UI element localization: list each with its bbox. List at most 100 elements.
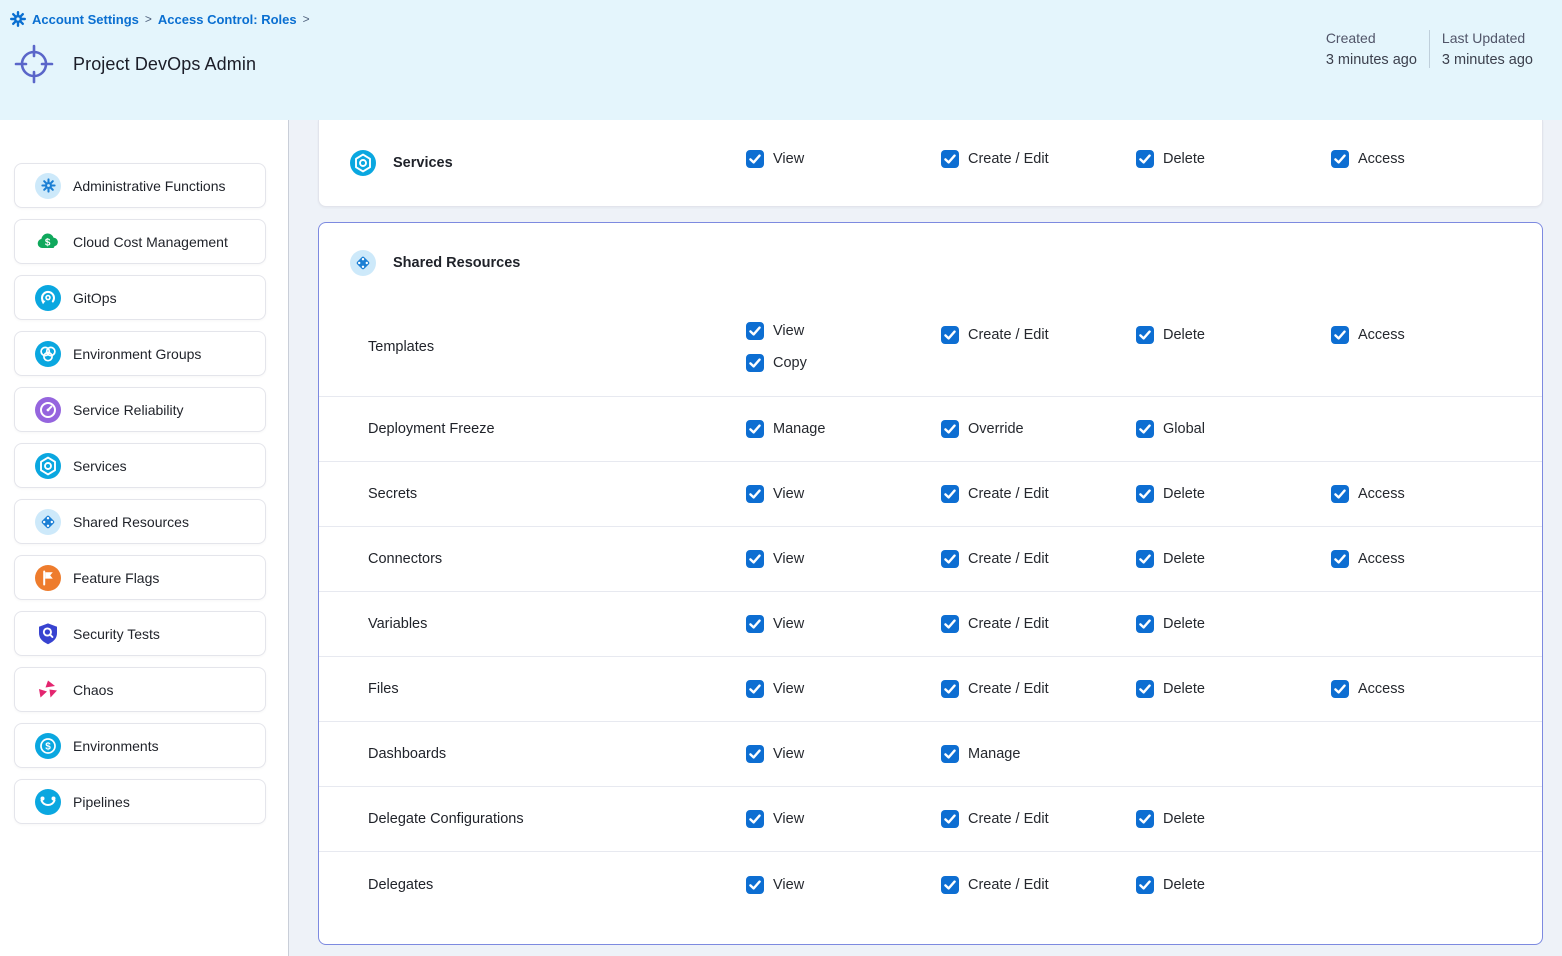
permission-label: Create / Edit — [968, 486, 1049, 502]
checkbox-checked[interactable] — [746, 485, 764, 503]
checkbox-checked[interactable] — [1331, 326, 1349, 344]
checkbox-checked[interactable] — [746, 615, 764, 633]
permission-access: Access — [1331, 150, 1542, 168]
checkbox-checked[interactable] — [1136, 680, 1154, 698]
permission-cell: Delete — [1136, 485, 1331, 503]
permission-cell: Access — [1331, 680, 1542, 698]
checkbox-checked[interactable] — [1331, 680, 1349, 698]
role-meta: Created 3 minutes ago Last Updated 3 min… — [1314, 30, 1545, 68]
sidebar-item-shared-resources[interactable]: Shared Resources — [14, 499, 266, 544]
checkbox-checked[interactable] — [941, 150, 959, 168]
permission-cell: View — [746, 680, 941, 698]
checkbox-checked[interactable] — [1331, 150, 1349, 168]
permission-view: View — [746, 876, 941, 894]
checkbox-checked[interactable] — [1136, 615, 1154, 633]
checkbox-checked[interactable] — [1331, 550, 1349, 568]
checkbox-checked[interactable] — [746, 150, 764, 168]
checkbox-checked[interactable] — [1136, 550, 1154, 568]
resource-label: Variables — [319, 616, 746, 632]
checkbox-checked[interactable] — [1136, 150, 1154, 168]
permission-create-edit: Create / Edit — [941, 550, 1136, 568]
target-crosshair-icon — [14, 44, 54, 84]
sidebar-item-label: GitOps — [73, 290, 117, 306]
permission-delete: Delete — [1136, 150, 1331, 168]
checkbox-checked[interactable] — [1136, 810, 1154, 828]
sidebar-item-environment-groups[interactable]: Environment Groups — [14, 331, 266, 376]
checkbox-checked[interactable] — [941, 876, 959, 894]
permission-manage: Manage — [941, 745, 1136, 763]
environment-groups-icon — [35, 341, 61, 367]
checkbox-checked[interactable] — [1136, 876, 1154, 894]
sidebar-item-services[interactable]: Services — [14, 443, 266, 488]
permission-delete: Delete — [1136, 680, 1331, 698]
checkbox-checked[interactable] — [746, 680, 764, 698]
permission-cell: View — [746, 485, 941, 503]
checkbox-checked[interactable] — [1331, 485, 1349, 503]
checkbox-checked[interactable] — [746, 420, 764, 438]
settings-gear-icon — [10, 11, 26, 27]
permission-label: Create / Edit — [968, 681, 1049, 697]
meta-last-updated: Last Updated 3 minutes ago — [1429, 30, 1545, 68]
checkbox-checked[interactable] — [1136, 326, 1154, 344]
sidebar-item-label: Cloud Cost Management — [73, 234, 228, 250]
permission-cell: Manage — [746, 420, 941, 438]
resource-label: Deployment Freeze — [319, 421, 746, 437]
permission-label: Access — [1358, 327, 1405, 343]
resource-label: Connectors — [319, 551, 746, 567]
checkbox-checked[interactable] — [746, 876, 764, 894]
checkbox-checked[interactable] — [941, 326, 959, 344]
sidebar-item-label: Feature Flags — [73, 570, 159, 586]
cloud-cost-management-icon: $ — [35, 229, 61, 255]
permission-cell: Create / Edit — [941, 680, 1136, 698]
permission-label: Access — [1358, 681, 1405, 697]
permission-delete: Delete — [1136, 485, 1331, 503]
permission-view: View — [746, 680, 941, 698]
checkbox-checked[interactable] — [1136, 485, 1154, 503]
permission-delete: Delete — [1136, 876, 1331, 894]
shared-resources-icon — [350, 250, 376, 276]
checkbox-checked[interactable] — [941, 485, 959, 503]
sidebar-item-cloud-cost-management[interactable]: $ Cloud Cost Management — [14, 219, 266, 264]
checkbox-checked[interactable] — [941, 810, 959, 828]
permission-create-edit: Create / Edit — [941, 810, 1136, 828]
permission-cell: Access — [1331, 150, 1542, 176]
permission-label: View — [773, 746, 804, 762]
permission-label: Create / Edit — [968, 877, 1049, 893]
permission-delete: Delete — [1136, 550, 1331, 568]
sidebar-item-feature-flags[interactable]: Feature Flags — [14, 555, 266, 600]
sidebar-item-environments[interactable]: $Environments — [14, 723, 266, 768]
checkbox-checked[interactable] — [746, 745, 764, 763]
permission-row-dashboards: DashboardsViewManage — [319, 722, 1542, 787]
permission-label: Create / Edit — [968, 616, 1049, 632]
sidebar-item-security-tests[interactable]: Security Tests — [14, 611, 266, 656]
services-icon — [350, 150, 376, 176]
sidebar-item-label: Environments — [73, 738, 159, 754]
breadcrumb-link-account-settings[interactable]: Account Settings — [32, 12, 139, 27]
permission-access: Access — [1331, 550, 1542, 568]
breadcrumb-link-access-control-roles[interactable]: Access Control: Roles — [158, 12, 297, 27]
checkbox-checked[interactable] — [1136, 420, 1154, 438]
permission-create-edit: Create / Edit — [941, 150, 1136, 168]
checkbox-checked[interactable] — [941, 615, 959, 633]
sidebar-item-label: Shared Resources — [73, 514, 189, 530]
sidebar-item-gitops[interactable]: GitOps — [14, 275, 266, 320]
permission-label: Delete — [1163, 151, 1205, 167]
sidebar-item-service-reliability[interactable]: Service Reliability — [14, 387, 266, 432]
permission-global: Global — [1136, 420, 1331, 438]
checkbox-checked[interactable] — [941, 420, 959, 438]
sidebar-item-administrative-functions[interactable]: Administrative Functions — [14, 163, 266, 208]
permission-row-files: FilesViewCreate / EditDeleteAccess — [319, 657, 1542, 722]
permission-copy: Copy — [746, 354, 941, 372]
checkbox-checked[interactable] — [746, 810, 764, 828]
permission-label: Delete — [1163, 681, 1205, 697]
sidebar-item-label: Services — [73, 458, 127, 474]
sidebar-item-chaos[interactable]: Chaos — [14, 667, 266, 712]
checkbox-checked[interactable] — [941, 745, 959, 763]
checkbox-checked[interactable] — [746, 322, 764, 340]
checkbox-checked[interactable] — [746, 550, 764, 568]
checkbox-checked[interactable] — [746, 354, 764, 372]
permission-create-edit: Create / Edit — [941, 485, 1136, 503]
checkbox-checked[interactable] — [941, 680, 959, 698]
sidebar-item-pipelines[interactable]: Pipelines — [14, 779, 266, 824]
checkbox-checked[interactable] — [941, 550, 959, 568]
